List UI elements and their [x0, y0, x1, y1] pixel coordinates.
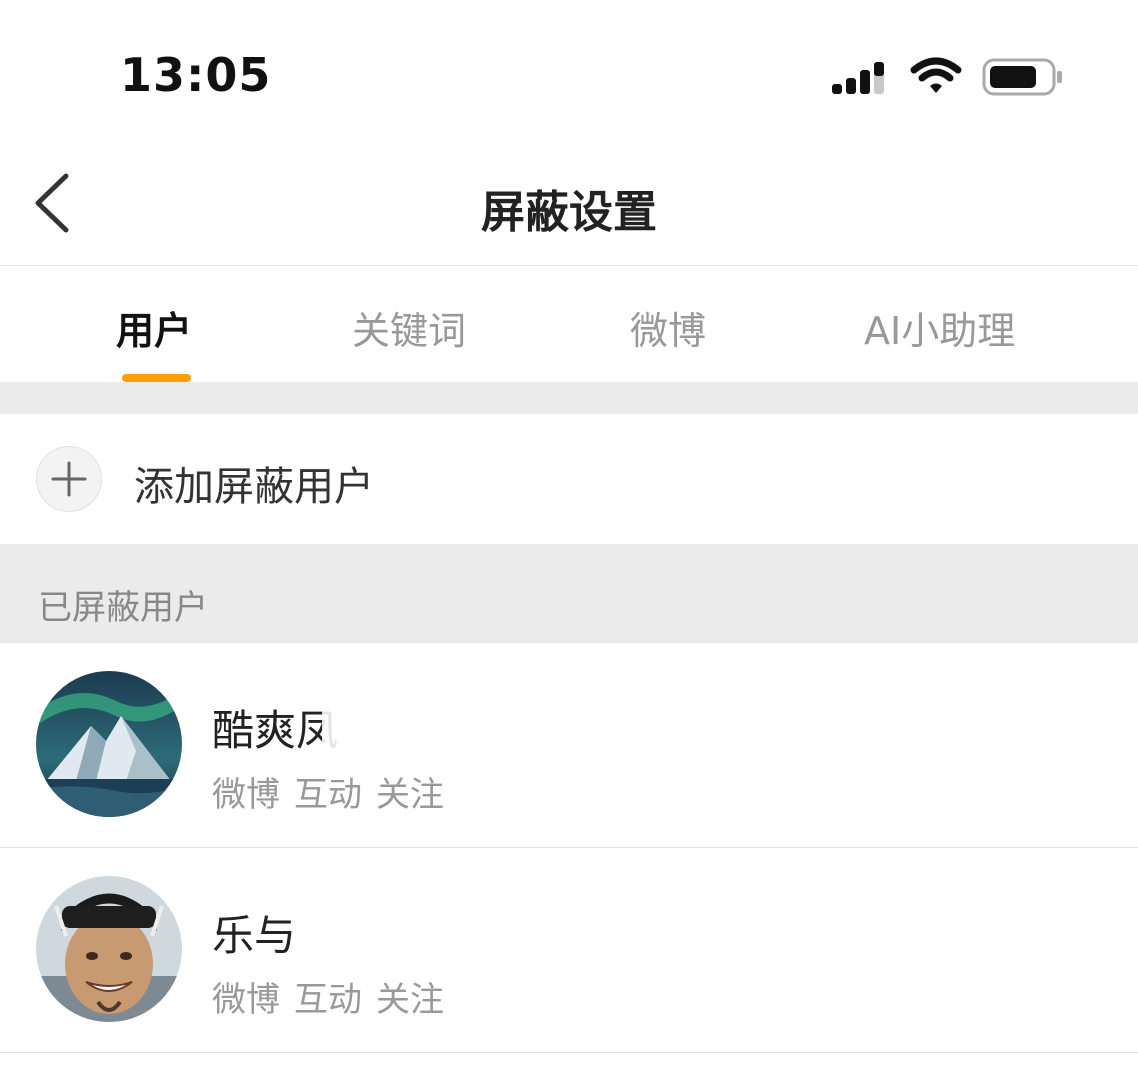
user-name: 酷爽凤: [212, 706, 339, 755]
user-tags: 微博 互动 关注: [212, 767, 458, 816]
avatar: [36, 876, 182, 1022]
blocked-user-row[interactable]: 酷爽凤 微博 互动 关注: [0, 643, 1138, 848]
user-name: 乐与: [212, 911, 297, 960]
tab-keywords[interactable]: 关键词: [352, 300, 466, 355]
wifi-icon: [910, 57, 962, 93]
tab-weibo[interactable]: 微博: [630, 300, 706, 355]
tag-interaction: 互动: [294, 980, 362, 1020]
add-blocked-user-label: 添加屏蔽用户: [134, 464, 374, 510]
tag-follow: 关注: [376, 775, 444, 815]
page-title: 屏蔽设置: [481, 187, 657, 238]
add-blocked-user-button[interactable]: 添加屏蔽用户: [0, 414, 1138, 544]
redaction: [298, 900, 408, 956]
nav-bar: 屏蔽设置: [0, 150, 1138, 266]
section-header: 已屏蔽用户: [0, 544, 1138, 643]
section-divider: [0, 382, 1138, 414]
avatar: [36, 671, 182, 817]
user-tags: 微博 互动 关注: [212, 972, 458, 1021]
redaction: [322, 695, 572, 751]
section-title: 已屏蔽用户: [38, 588, 208, 628]
tab-users[interactable]: 用户: [116, 300, 192, 355]
tag-follow: 关注: [376, 980, 444, 1020]
plus-icon: [36, 446, 102, 512]
tab-active-indicator: [122, 374, 191, 382]
status-bar: 13:05: [0, 0, 1138, 150]
tab-ai-assistant[interactable]: AI小助理: [864, 300, 1015, 355]
status-time: 13:05: [120, 48, 272, 102]
tag-weibo: 微博: [212, 775, 280, 815]
cellular-signal-icon: [832, 62, 884, 94]
tab-bar: 用户 关键词 微博 AI小助理: [0, 266, 1138, 382]
battery-icon: [982, 58, 1062, 96]
blocked-user-row[interactable]: 乐与 微博 互动 关注: [0, 848, 1138, 1053]
tag-interaction: 互动: [294, 775, 362, 815]
tag-weibo: 微博: [212, 980, 280, 1020]
